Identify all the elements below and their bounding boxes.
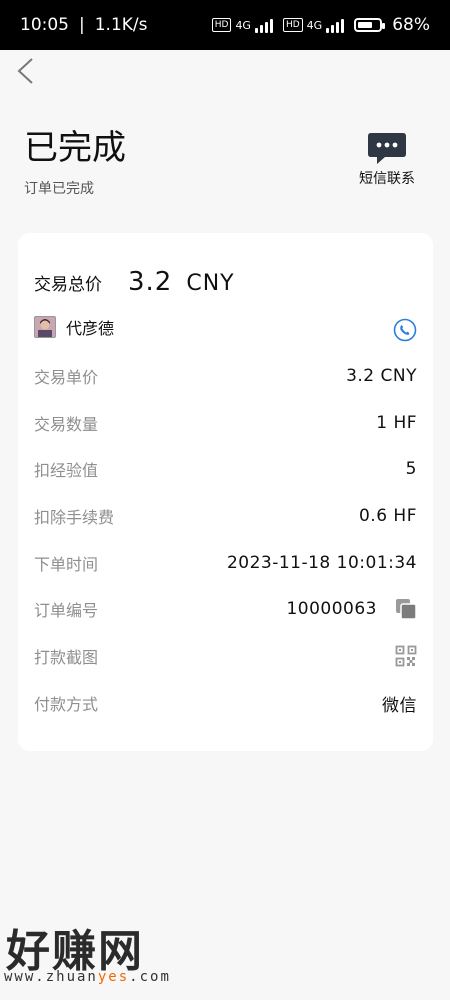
detail-label: 打款截图 (34, 648, 99, 667)
detail-value: 2023-11-18 10:01:34 (226, 553, 417, 573)
detail-row-experience: 扣经验值 5 (34, 454, 417, 484)
total-price-number: 3.2 (128, 267, 173, 297)
detail-value: 0.6 HF (358, 506, 417, 526)
detail-value: 1 HF (376, 413, 417, 433)
user-name: 代彦德 (66, 319, 115, 338)
total-price-value: 3.2 CNY (128, 267, 235, 297)
signal-bars-icon (326, 17, 345, 33)
detail-row-fee: 扣除手续费 0.6 HF (34, 501, 417, 531)
detail-label: 扣除手续费 (34, 508, 115, 527)
signal-2: HD 4G (282, 17, 345, 33)
phone-icon[interactable] (393, 318, 417, 342)
status-bar: 10:05 | 1.1K/s HD 4G HD 4G 68% (0, 0, 450, 50)
detail-row-unit-price: 交易单价 3.2 CNY (34, 361, 417, 391)
total-price-unit: CNY (186, 271, 235, 296)
detail-label: 交易数量 (34, 415, 99, 434)
battery-level (358, 22, 372, 28)
total-price-label: 交易总价 (34, 275, 102, 295)
sms-contact-button[interactable]: 短信联系 (354, 132, 420, 188)
hd-badge: HD (282, 18, 303, 32)
watermark-url: www.zhuanyes.com (4, 969, 171, 985)
avatar (34, 316, 56, 338)
total-price-row: 交易总价 3.2 CNY (34, 267, 235, 297)
detail-row-order-number: 订单编号 10000063 (34, 594, 417, 624)
status-divider: | (79, 15, 85, 35)
detail-label: 交易单价 (34, 368, 99, 387)
detail-row-order-time: 下单时间 2023-11-18 10:01:34 (34, 548, 417, 578)
watermark-url-suffix: .com (129, 969, 171, 985)
watermark: 好赚网 www.zhuanyes.com (0, 915, 200, 995)
signal-1: HD 4G (211, 17, 273, 33)
detail-value: 微信 (382, 695, 417, 716)
order-number-wrap: 10000063 (286, 598, 417, 620)
detail-label: 付款方式 (34, 695, 99, 714)
battery-icon (354, 18, 386, 32)
page-subtitle: 订单已完成 (24, 181, 94, 197)
detail-label: 扣经验值 (34, 461, 99, 480)
detail-value: 10000063 (286, 599, 377, 619)
detail-value: 3.2 CNY (346, 366, 417, 386)
qr-code-icon[interactable] (395, 645, 417, 667)
counterparty-user[interactable]: 代彦德 (34, 315, 114, 339)
network-speed: 1.1K/s (94, 15, 148, 35)
detail-row-quantity: 交易数量 1 HF (34, 408, 417, 438)
order-detail-card: 交易总价 3.2 CNY 代彦德 交易单价 3.2 CNY 交易数量 1 HF 扣… (18, 233, 433, 751)
chevron-left-icon[interactable] (14, 56, 38, 86)
detail-row-payment-method: 付款方式 微信 (34, 688, 417, 718)
status-time: 10:05 (20, 15, 69, 35)
page-title: 已完成 (24, 128, 126, 168)
sms-contact-label: 短信联系 (359, 171, 415, 187)
detail-row-payment-screenshot: 打款截图 (34, 641, 417, 671)
watermark-url-highlight: yes (97, 969, 130, 985)
detail-value: 5 (405, 459, 417, 479)
battery-percent: 68% (392, 15, 430, 35)
chat-bubble-icon (368, 133, 406, 164)
watermark-url-prefix: www.zhuan (4, 969, 98, 985)
detail-label: 下单时间 (34, 555, 99, 574)
copy-icon[interactable] (395, 598, 417, 620)
detail-label: 订单编号 (34, 601, 99, 620)
signal-bars-icon (254, 17, 273, 33)
network-type: 4G (306, 18, 323, 32)
hd-badge: HD (211, 18, 232, 32)
network-type: 4G (235, 18, 251, 32)
